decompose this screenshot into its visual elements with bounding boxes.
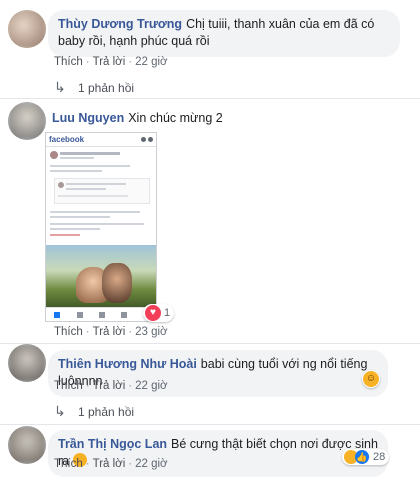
baby-photo bbox=[46, 245, 156, 309]
comment-actions: Thích · Trả lời · 22 giờ bbox=[54, 56, 168, 68]
heart-icon: ♥ bbox=[145, 305, 161, 321]
facebook-logo: facebook bbox=[49, 135, 85, 144]
like-link[interactable]: Thích bbox=[54, 326, 83, 338]
divider bbox=[0, 424, 420, 425]
reaction-count: 28 bbox=[373, 451, 386, 463]
like-icon: 👍 bbox=[355, 450, 369, 464]
image-header: facebook bbox=[46, 133, 156, 147]
reply-arrow-icon: ↳ bbox=[54, 403, 66, 419]
comment-bubble: Thùy Dương Trương Chị tuiii, thanh xuân c… bbox=[48, 10, 400, 57]
commenter-name[interactable]: Thùy Dương Trương bbox=[58, 17, 182, 31]
timestamp[interactable]: 22 giờ bbox=[135, 380, 167, 392]
reaction-count: 1 bbox=[164, 307, 171, 319]
view-replies[interactable]: ↳ 1 phản hồi bbox=[54, 403, 134, 420]
timestamp[interactable]: 22 giờ bbox=[135, 56, 167, 68]
reply-arrow-icon: ↳ bbox=[54, 79, 66, 95]
comment-actions: Thích · Trả lời · 23 giờ bbox=[54, 326, 168, 338]
reply-link[interactable]: Trả lời bbox=[93, 56, 126, 68]
reply-link[interactable]: Trả lời bbox=[93, 326, 126, 338]
reply-link[interactable]: Trả lời bbox=[93, 458, 126, 470]
reaction-summary[interactable]: ☺ bbox=[362, 370, 380, 388]
haha-icon: ☺ bbox=[363, 371, 379, 387]
reaction-summary[interactable]: 👍 28 bbox=[342, 449, 390, 465]
timestamp[interactable]: 22 giờ bbox=[135, 458, 167, 470]
commenter-name[interactable]: Trần Thị Ngọc Lan bbox=[58, 437, 167, 451]
divider bbox=[0, 98, 420, 99]
comment-image[interactable]: facebook bbox=[45, 132, 157, 322]
avatar[interactable] bbox=[8, 344, 46, 382]
avatar[interactable] bbox=[8, 102, 46, 140]
comment-actions: Thích · Trả lời · 22 giờ bbox=[54, 458, 168, 470]
commenter-name[interactable]: Luu Nguyen bbox=[52, 111, 124, 125]
reply-link[interactable]: Trả lời bbox=[93, 380, 126, 392]
divider bbox=[0, 343, 420, 344]
avatar[interactable] bbox=[8, 426, 46, 464]
avatar[interactable] bbox=[8, 10, 46, 48]
replies-label: 1 phản hồi bbox=[78, 404, 135, 419]
image-nav-bar bbox=[46, 307, 156, 321]
replies-label: 1 phản hồi bbox=[78, 80, 135, 95]
timestamp[interactable]: 23 giờ bbox=[135, 326, 167, 338]
commenter-name[interactable]: Thiên Hương Như Hoài bbox=[58, 357, 197, 371]
comment-actions: Thích · Trả lời · 22 giờ bbox=[54, 380, 168, 392]
view-replies[interactable]: ↳ 1 phản hồi bbox=[54, 79, 134, 96]
like-link[interactable]: Thích bbox=[54, 380, 83, 392]
like-link[interactable]: Thích bbox=[54, 458, 83, 470]
like-link[interactable]: Thích bbox=[54, 56, 83, 68]
reaction-summary[interactable]: ♥ 1 bbox=[143, 304, 175, 322]
